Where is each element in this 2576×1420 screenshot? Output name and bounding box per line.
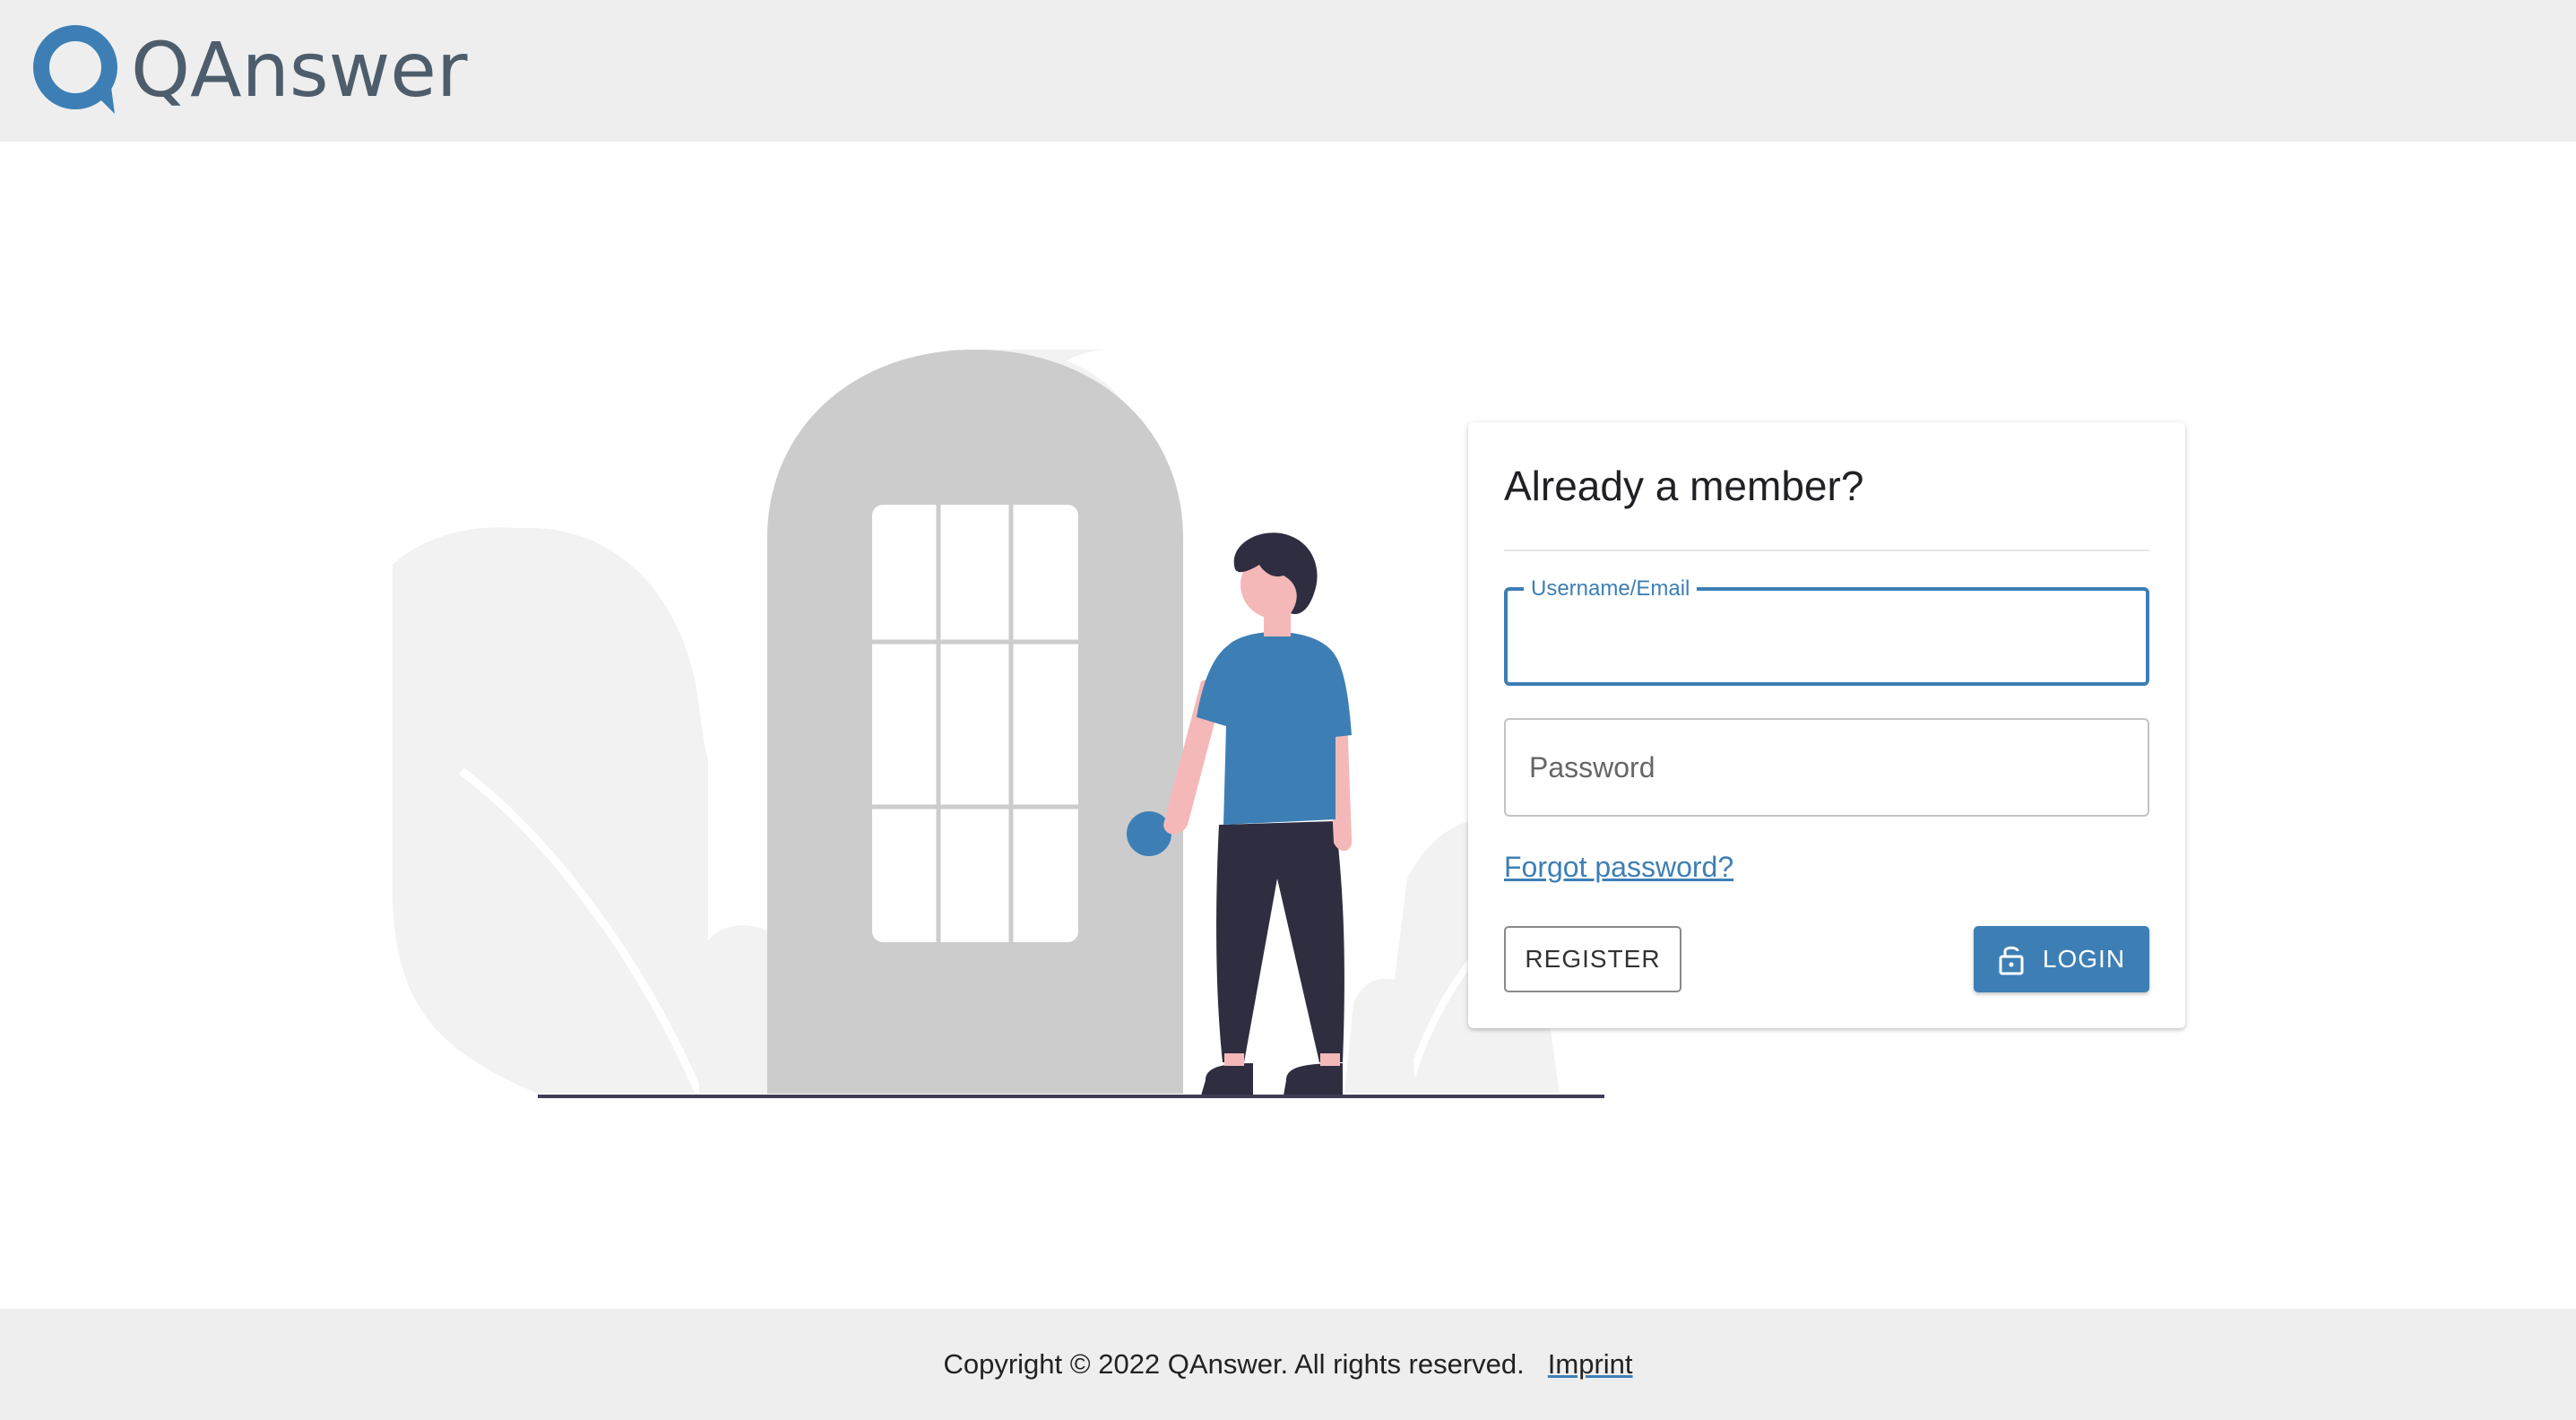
login-page: QAnswer Already a member? Username/Email…	[0, 0, 2576, 1420]
login-title: Already a member?	[1504, 463, 1864, 509]
password-input[interactable]	[1506, 720, 2148, 815]
login-button[interactable]: LOGIN	[1974, 926, 2149, 992]
username-field[interactable]: Username/Email	[1504, 577, 2149, 686]
login-card: Already a member? Username/Email Forgot …	[1468, 422, 2185, 1028]
logo[interactable]: QAnswer	[32, 23, 468, 117]
speech-bubble-q-icon	[32, 24, 122, 116]
login-label: LOGIN	[2042, 945, 2126, 973]
copyright-text: Copyright © 2022 QAnswer. All rights res…	[943, 1348, 1525, 1380]
title-divider	[1504, 550, 2149, 551]
app-footer: Copyright © 2022 QAnswer. All rights res…	[0, 1309, 2576, 1420]
person-at-door-illustration	[376, 341, 1631, 1112]
lock-open-icon	[1998, 943, 2025, 975]
register-button[interactable]: REGISTER	[1504, 926, 1681, 992]
imprint-link[interactable]: Imprint	[1548, 1348, 1633, 1381]
logo-text: QAnswer	[131, 26, 468, 114]
username-input[interactable]	[1508, 591, 2146, 682]
forgot-password-link[interactable]: Forgot password?	[1504, 851, 1733, 884]
password-field[interactable]	[1504, 718, 2149, 817]
app-header: QAnswer	[0, 0, 2576, 142]
